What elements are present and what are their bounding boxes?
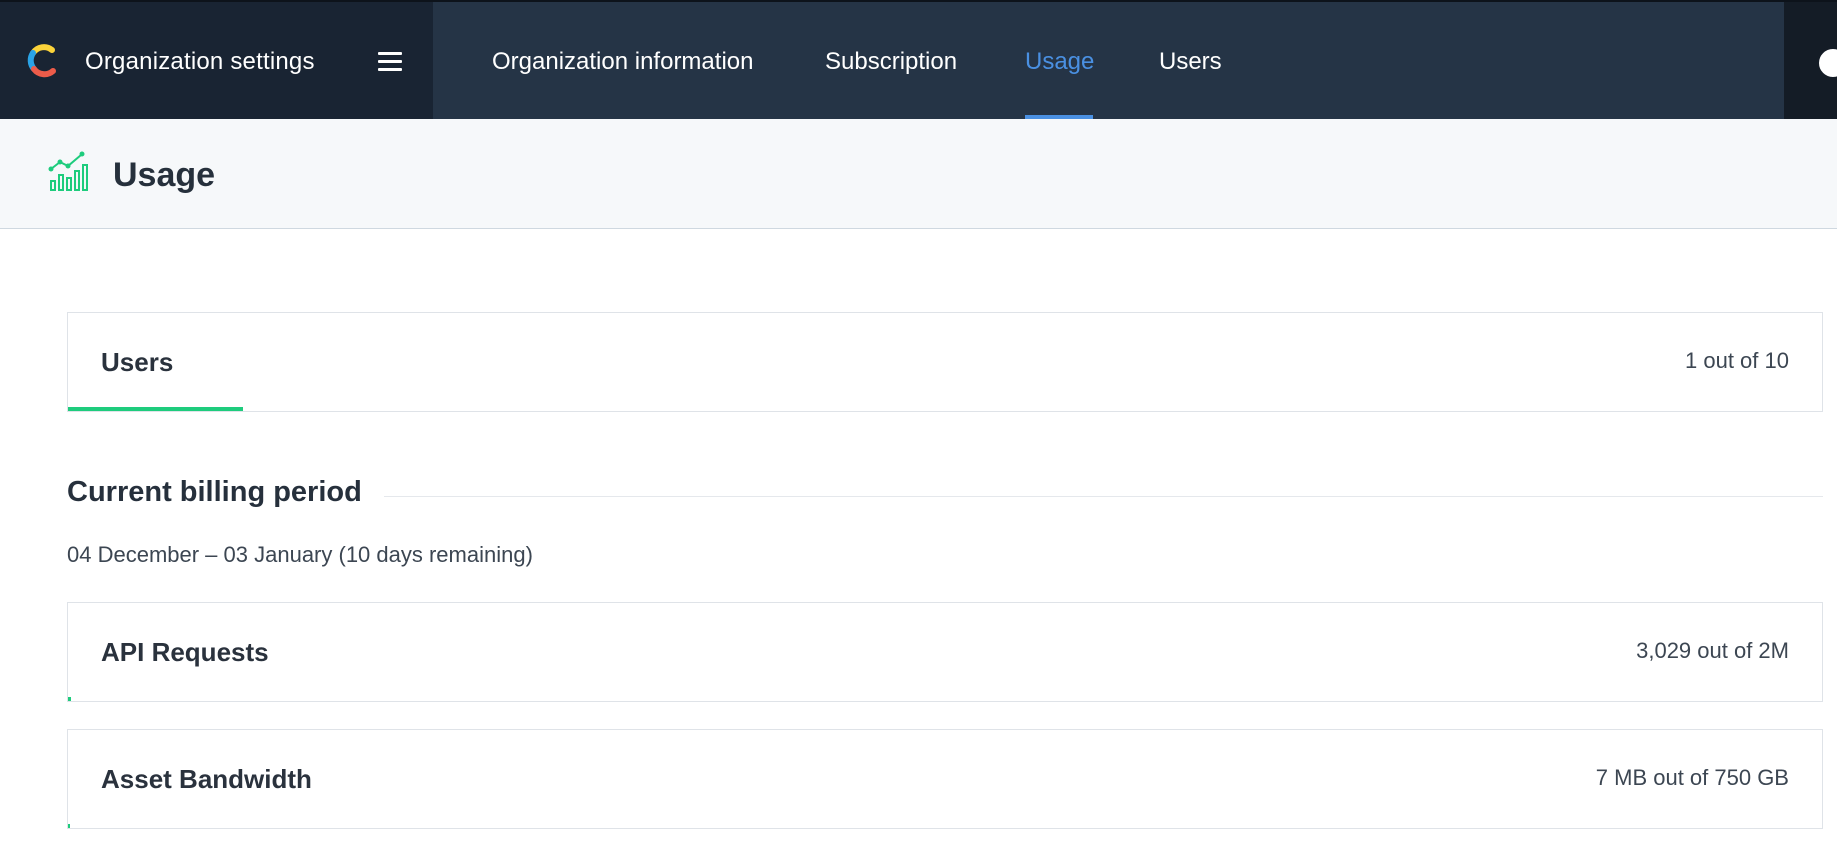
users-progress-fill — [68, 407, 244, 411]
asset-bandwidth-value: 7 MB out of 750 GB — [1595, 765, 1789, 790]
billing-section-title: Current billing period — [67, 476, 362, 508]
api-requests-progress-fill — [68, 697, 71, 701]
api-requests-progress-bar — [68, 697, 1822, 701]
api-requests-card: API Requests 3,029 out of 2M — [67, 602, 1823, 702]
asset-bandwidth-progress-fill — [68, 824, 71, 828]
users-progress-bar — [68, 407, 1822, 411]
brand-title: Organization settings — [85, 48, 315, 75]
top-bar: Organization settings Organization infor… — [0, 0, 1837, 120]
users-usage-card: Users 1 out of 10 — [67, 312, 1823, 412]
brand-area: Organization settings — [0, 2, 433, 119]
page-header: Usage — [0, 119, 1837, 229]
hamburger-menu-icon[interactable] — [378, 46, 408, 76]
page-title: Usage — [113, 156, 216, 194]
section-divider — [384, 496, 1823, 497]
api-requests-value: 3,029 out of 2M — [1636, 638, 1789, 663]
api-requests-label: API Requests — [101, 637, 269, 667]
tab-users[interactable]: Users — [1159, 48, 1222, 76]
users-usage-label: Users — [101, 347, 174, 377]
asset-bandwidth-card: Asset Bandwidth 7 MB out of 750 GB — [67, 729, 1823, 829]
asset-bandwidth-label: Asset Bandwidth — [101, 764, 312, 794]
usage-chart-icon — [48, 151, 88, 191]
tab-organization-information[interactable]: Organization information — [492, 48, 753, 76]
tab-subscription[interactable]: Subscription — [825, 48, 957, 76]
tab-usage[interactable]: Usage — [1025, 48, 1094, 76]
billing-period-range: 04 December – 03 January (10 days remain… — [67, 542, 533, 567]
contentful-logo-icon[interactable] — [24, 41, 62, 79]
users-usage-value: 1 out of 10 — [1685, 348, 1789, 373]
asset-bandwidth-progress-bar — [68, 824, 1822, 828]
